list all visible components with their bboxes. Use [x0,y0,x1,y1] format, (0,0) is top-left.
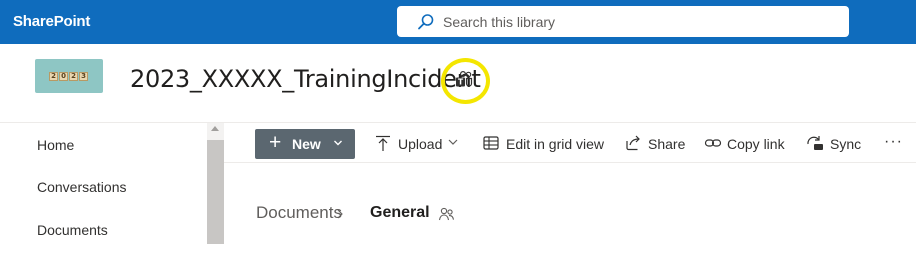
sync-icon[interactable] [806,134,824,152]
logo-blocks: 2 0 2 3 [49,72,88,81]
grid-view-icon[interactable] [482,134,500,152]
share-button[interactable]: Share [648,136,685,152]
nav-scrollbar[interactable] [207,123,224,244]
upload-chevron-down-icon[interactable] [447,136,459,148]
app-brand-link[interactable]: SharePoint [13,13,90,30]
nav-item-documents[interactable]: Documents [37,222,108,238]
more-options-button[interactable]: ··· [884,133,903,151]
suite-bar: SharePoint Search this library [0,0,916,44]
logo-block: 2 [69,72,78,81]
search-box[interactable]: Search this library [397,6,849,37]
edit-grid-view-button[interactable]: Edit in grid view [506,136,604,152]
logo-block: 3 [79,72,88,81]
site-logo[interactable]: 2 0 2 3 [35,59,103,93]
copy-link-button[interactable]: Copy link [727,136,785,152]
search-icon [418,14,434,30]
site-title[interactable]: 2023_XXXXX_TrainingIncident [130,65,481,93]
plus-icon: + [269,131,282,154]
link-icon[interactable] [704,134,722,152]
logo-block: 2 [49,72,58,81]
sync-button[interactable]: Sync [830,136,861,152]
left-navigation: Home Conversations Documents [0,123,224,266]
people-icon[interactable] [438,206,455,223]
new-button-label: New [292,136,321,152]
breadcrumb-root[interactable]: Documents [256,203,342,223]
annotation-highlight-circle [441,58,490,104]
chevron-right-icon [337,209,343,219]
chevron-down-icon [334,140,342,146]
logo-block: 0 [59,72,68,81]
command-bar: + New Upload Edit in grid view Share Cop… [224,123,916,163]
new-button[interactable]: + New [255,129,355,159]
breadcrumb-current[interactable]: General [370,204,430,222]
upload-button[interactable]: Upload [398,136,442,152]
share-icon[interactable] [624,134,642,152]
nav-item-home[interactable]: Home [37,137,74,153]
scroll-up-arrow-icon[interactable] [211,126,219,131]
scroll-thumb[interactable] [207,140,224,244]
search-placeholder[interactable]: Search this library [443,14,555,30]
upload-icon[interactable] [374,134,392,152]
nav-item-conversations[interactable]: Conversations [37,179,127,195]
site-header: 2 0 2 3 2023_XXXXX_TrainingIncident T [0,44,916,122]
